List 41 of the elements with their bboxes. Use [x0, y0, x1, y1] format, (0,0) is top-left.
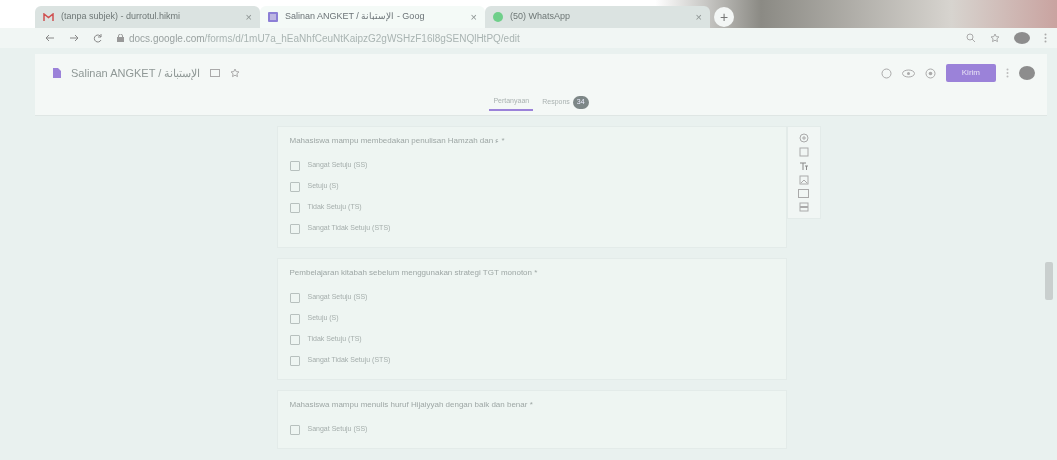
form-icon: [268, 12, 278, 22]
star-icon[interactable]: [990, 33, 1000, 43]
checkbox[interactable]: [289, 334, 300, 345]
browser-tab[interactable]: Salinan ANGKET / الإستبانة - Goog ×: [260, 6, 485, 28]
mail-icon: [43, 13, 54, 21]
more-icon[interactable]: [1006, 68, 1009, 78]
settings-icon[interactable]: [924, 67, 936, 79]
avatar-icon[interactable]: [1019, 66, 1035, 80]
avatar-icon[interactable]: [1014, 32, 1030, 44]
browser-tab[interactable]: (tanpa subjek) - durrotul.hikmi ×: [35, 6, 260, 28]
text-icon[interactable]: [798, 161, 809, 171]
browser-tab[interactable]: (50) WhatsApp ×: [485, 6, 710, 28]
add-question-icon[interactable]: [798, 133, 809, 143]
new-tab-button[interactable]: +: [714, 7, 734, 27]
question-title: Mahasiswa mampu menulis huruf Hijaiyyah dengan baik dan benar *: [289, 399, 534, 411]
checkbox[interactable]: [289, 292, 300, 303]
checkbox[interactable]: [289, 355, 300, 366]
reload-icon[interactable]: [93, 33, 103, 43]
eye-icon[interactable]: [901, 68, 915, 78]
checkbox[interactable]: [289, 424, 300, 435]
zoom-icon[interactable]: [966, 33, 976, 43]
lock-icon: [117, 34, 124, 42]
section-icon[interactable]: [798, 202, 809, 212]
star-icon[interactable]: [230, 68, 241, 78]
forward-icon[interactable]: [69, 33, 79, 43]
back-icon[interactable]: [45, 33, 55, 43]
question-title: Pembelajaran kitabah sebelum menggunakan strategi TGT monoton *: [289, 267, 539, 279]
document-icon: [53, 68, 61, 78]
checkbox[interactable]: [289, 181, 300, 192]
question-title: Mahasiswa mampu membedakan penulisan Hamzah dan ء *: [289, 135, 506, 147]
image-icon[interactable]: [798, 175, 809, 185]
checkbox[interactable]: [289, 313, 300, 324]
menu-icon[interactable]: [1044, 33, 1047, 43]
chat-icon: [493, 12, 503, 22]
checkbox[interactable]: [289, 202, 300, 213]
checkbox[interactable]: [289, 223, 300, 234]
send-button[interactable]: Kirim: [945, 64, 996, 82]
video-icon[interactable]: [798, 189, 809, 198]
checkbox[interactable]: [289, 160, 300, 171]
scrollbar-thumb[interactable]: [1045, 262, 1053, 300]
form-title[interactable]: Salinan ANGKET / الإستبانة: [71, 64, 201, 82]
